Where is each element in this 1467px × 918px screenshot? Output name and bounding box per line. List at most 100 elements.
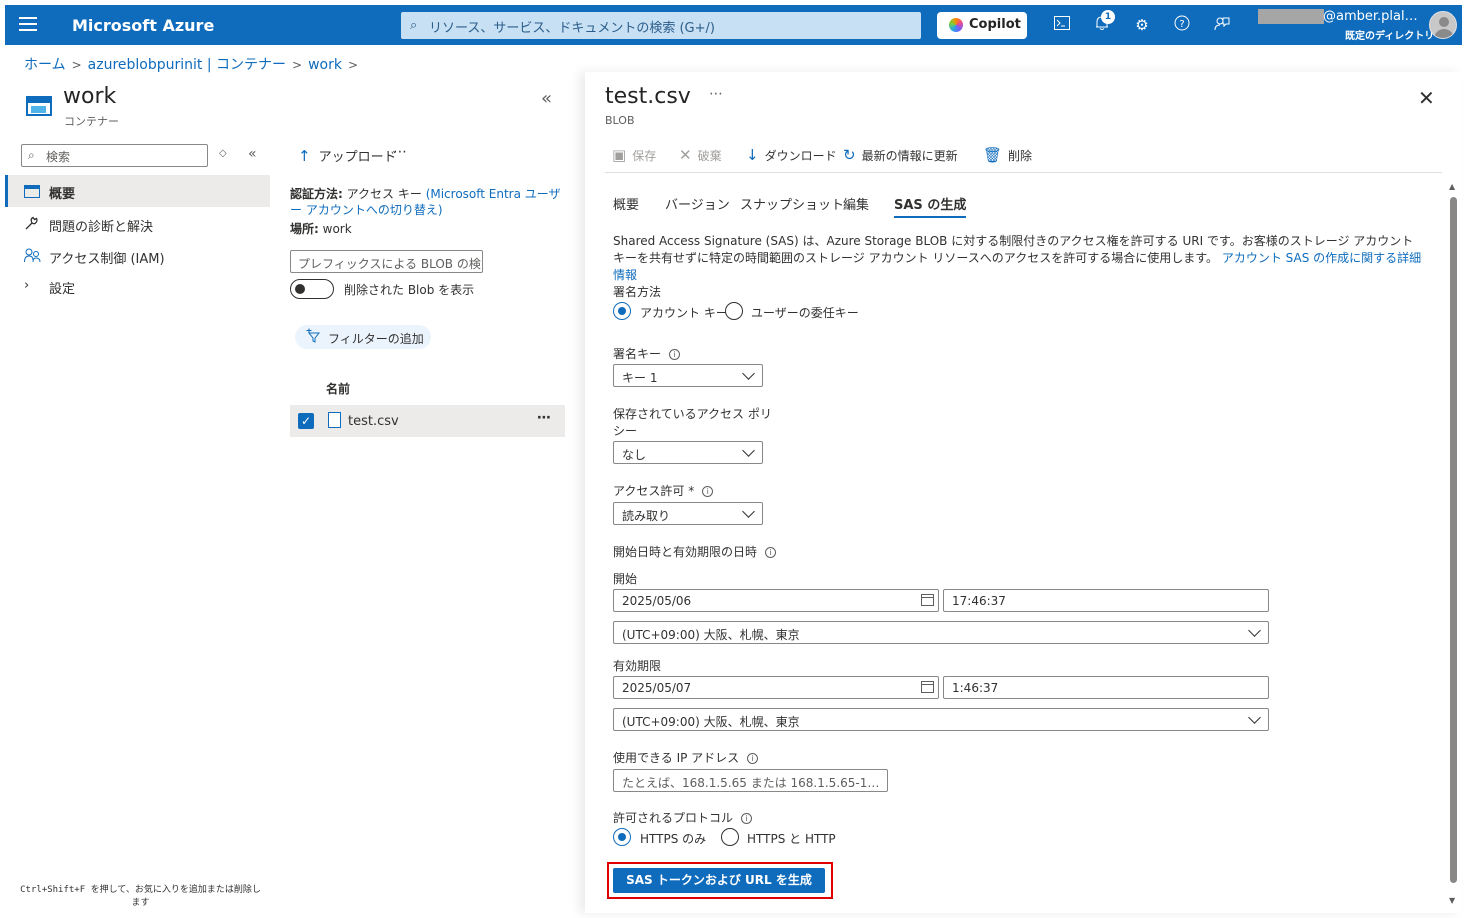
show-deleted-toggle[interactable] bbox=[290, 279, 334, 299]
collapse-blade-icon[interactable]: « bbox=[541, 88, 552, 109]
table-row[interactable]: ✓ test.csv ⋯ bbox=[290, 405, 565, 437]
start-date-value: 2025/05/06 bbox=[622, 594, 692, 608]
discard-button[interactable]: ✕ 破棄 bbox=[679, 146, 722, 164]
sidebar-item-label: 問題の診断と解決 bbox=[49, 220, 154, 235]
tab-edit[interactable]: 編集 bbox=[843, 194, 869, 213]
account-name[interactable]: @amber.plal… bbox=[1323, 9, 1418, 24]
sidebar-item-diagnose[interactable]: 問題の診断と解決 bbox=[5, 208, 270, 240]
hamburger-menu-icon[interactable] bbox=[19, 17, 37, 33]
chevron-right-icon: > bbox=[71, 58, 82, 72]
radio-account-key[interactable] bbox=[613, 302, 631, 320]
expiry-timezone-select[interactable]: (UTC+09:00) 大阪、札幌、東京 bbox=[613, 708, 1269, 731]
help-icon[interactable]: ? bbox=[1172, 15, 1192, 35]
column-header-name[interactable]: 名前 bbox=[326, 380, 350, 397]
discard-label: 破棄 bbox=[697, 149, 722, 163]
delete-label: 削除 bbox=[1008, 149, 1033, 163]
svg-text:?: ? bbox=[1179, 19, 1184, 30]
calendar-icon[interactable] bbox=[921, 681, 934, 693]
stored-policy-select[interactable]: なし bbox=[613, 441, 763, 464]
tab-overview[interactable]: 概要 bbox=[613, 194, 639, 213]
sidebar-item-label: 設定 bbox=[49, 282, 76, 297]
gear-icon[interactable]: ⚙ bbox=[1132, 15, 1152, 35]
close-icon[interactable]: ✕ bbox=[1418, 86, 1435, 110]
save-button[interactable]: ▣ 保存 bbox=[612, 146, 656, 164]
people-icon bbox=[24, 248, 42, 264]
start-time-input[interactable]: 17:46:37 bbox=[943, 589, 1269, 612]
feedback-icon[interactable] bbox=[1212, 15, 1232, 35]
chevron-down-icon bbox=[742, 505, 755, 518]
sidebar-item-overview[interactable]: 概要 bbox=[5, 175, 270, 207]
start-expiry-label-text: 開始日時と有効期限の日時 bbox=[613, 545, 758, 559]
info-icon[interactable]: i bbox=[669, 349, 681, 360]
breadcrumb-home[interactable]: ホーム bbox=[24, 57, 66, 73]
upload-icon: ↑ bbox=[298, 147, 311, 165]
search-icon: ⌕ bbox=[28, 148, 35, 162]
radio-https-http[interactable] bbox=[721, 828, 739, 846]
file-name[interactable]: test.csv bbox=[348, 414, 399, 429]
tab-versions[interactable]: バージョン bbox=[665, 194, 730, 213]
radio-user-delegation-key[interactable] bbox=[725, 302, 743, 320]
start-date-input[interactable]: 2025/05/06 bbox=[613, 589, 939, 612]
account-name-redacted bbox=[1258, 9, 1324, 24]
scrollbar-thumb[interactable] bbox=[1450, 197, 1457, 883]
copilot-icon bbox=[949, 18, 963, 32]
radio-user-delegation-key-label: ユーザーの委任キー bbox=[751, 306, 859, 320]
location: 場所: work bbox=[290, 220, 352, 237]
global-search-input[interactable]: ⌕ リソース、サービス、ドキュメントの検索 (G+/) bbox=[401, 12, 921, 39]
info-icon[interactable]: i bbox=[765, 547, 777, 558]
info-icon[interactable]: i bbox=[747, 753, 759, 764]
breadcrumb-account[interactable]: azureblobpurinit | コンテナー bbox=[88, 57, 286, 73]
expiry-time-input[interactable]: 1:46:37 bbox=[943, 676, 1269, 699]
scroll-up-icon[interactable]: ▲ bbox=[1449, 182, 1455, 191]
more-options-icon[interactable]: ⋯ bbox=[393, 144, 407, 160]
upload-button[interactable]: ↑ アップロード bbox=[298, 146, 397, 165]
auth-label: 認証方法: bbox=[290, 187, 343, 201]
menu-search-placeholder: 検索 bbox=[46, 150, 71, 164]
expiry-date-input[interactable]: 2025/05/07 bbox=[613, 676, 939, 699]
panel-more-icon[interactable]: ⋯ bbox=[709, 86, 723, 102]
global-search-placeholder: リソース、サービス、ドキュメントの検索 (G+/) bbox=[429, 21, 715, 36]
prefix-search-input[interactable]: プレフィックスによる BLOB の検… bbox=[290, 250, 483, 273]
permissions-select[interactable]: 読み取り bbox=[613, 502, 763, 525]
sidebar-item-iam[interactable]: アクセス制御 (IAM) bbox=[5, 240, 270, 272]
sidebar-item-label: 概要 bbox=[49, 187, 76, 202]
sidebar-item-settings[interactable]: › 設定 bbox=[5, 270, 270, 302]
directory-name[interactable]: 既定のディレクトリ bbox=[1345, 27, 1434, 42]
refresh-label: 最新の情報に更新 bbox=[861, 149, 958, 163]
notification-count-badge: 1 bbox=[1101, 10, 1115, 24]
page-title: work bbox=[63, 84, 117, 109]
download-button[interactable]: ↓ ダウンロード bbox=[746, 146, 837, 164]
cloud-shell-icon[interactable] bbox=[1052, 15, 1072, 35]
generate-sas-button[interactable]: SAS トークンおよび URL を生成 bbox=[613, 868, 825, 893]
info-icon[interactable]: i bbox=[702, 486, 714, 497]
tab-snapshots[interactable]: スナップショット bbox=[740, 194, 844, 213]
page-subtitle: コンテナー bbox=[64, 115, 119, 128]
menu-search-input[interactable]: ⌕ 検索 bbox=[21, 144, 208, 167]
signing-method-label: 署名方法 bbox=[613, 285, 662, 299]
protocol-label: 許可されるプロトコル i bbox=[613, 809, 753, 826]
brand-title[interactable]: Microsoft Azure bbox=[72, 16, 214, 35]
chevron-right-icon: > bbox=[347, 58, 359, 72]
ip-address-input[interactable]: たとえば、168.1.5.65 または 168.1.5.65-1… bbox=[613, 769, 888, 792]
collapse-menu-icon[interactable]: « bbox=[248, 146, 257, 162]
start-timezone-value: (UTC+09:00) 大阪、札幌、東京 bbox=[622, 628, 800, 642]
calendar-icon[interactable] bbox=[921, 594, 934, 606]
show-deleted-label: 削除された Blob を表示 bbox=[344, 283, 475, 297]
tab-generate-sas[interactable]: SAS の生成 bbox=[894, 194, 967, 218]
radio-https-only[interactable] bbox=[613, 828, 631, 846]
copilot-button[interactable]: Copilot bbox=[937, 12, 1027, 39]
row-checkbox[interactable]: ✓ bbox=[298, 413, 314, 429]
info-icon[interactable]: i bbox=[741, 813, 753, 824]
permissions-value: 読み取り bbox=[622, 509, 671, 523]
avatar[interactable] bbox=[1429, 11, 1457, 39]
row-more-icon[interactable]: ⋯ bbox=[537, 410, 551, 426]
add-filter-button[interactable]: フィルターの追加 bbox=[295, 325, 431, 349]
refresh-button[interactable]: ↻ 最新の情報に更新 bbox=[843, 146, 958, 164]
scroll-down-icon[interactable]: ▼ bbox=[1449, 896, 1455, 905]
expand-collapse-icon[interactable]: ◇ bbox=[219, 148, 227, 159]
delete-button[interactable]: 🗑 削除 bbox=[983, 146, 1032, 164]
breadcrumb-container[interactable]: work bbox=[308, 57, 342, 73]
signing-key-select[interactable]: キー 1 bbox=[613, 364, 763, 387]
file-icon bbox=[328, 412, 341, 428]
start-timezone-select[interactable]: (UTC+09:00) 大阪、札幌、東京 bbox=[613, 621, 1269, 644]
